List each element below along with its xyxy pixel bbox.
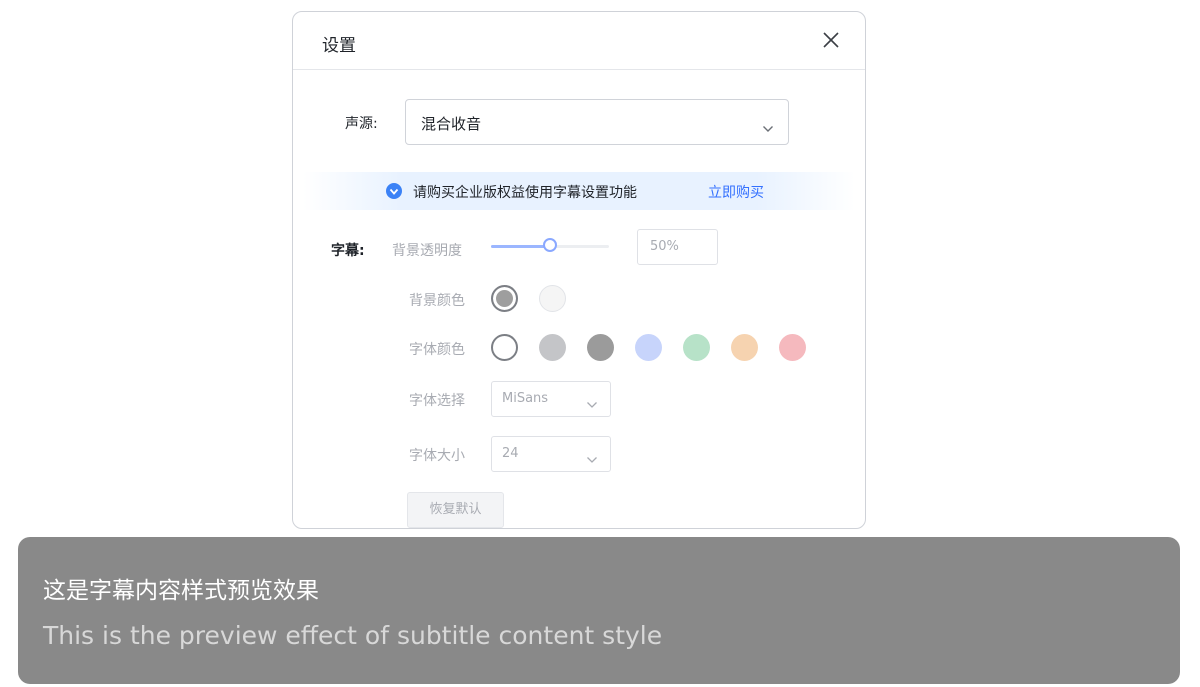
chevron-down-icon bbox=[586, 449, 598, 468]
font-size-label: 字体大小 bbox=[409, 448, 465, 464]
font-family-select[interactable]: MiSans bbox=[491, 381, 611, 417]
font-color-swatch[interactable] bbox=[635, 334, 662, 361]
preview-text-en: This is the preview effect of subtitle c… bbox=[43, 621, 663, 650]
subtitle-preview: 这是字幕内容样式预览效果 This is the preview effect … bbox=[18, 537, 1180, 684]
bg-opacity-slider-thumb[interactable] bbox=[543, 238, 557, 252]
settings-dialog: 设置 声源: 混合收音 请购买企业版权益使用字幕设置功能 立即购买 字幕: 背景… bbox=[292, 11, 866, 529]
bg-opacity-label: 背景透明度 bbox=[392, 243, 462, 259]
subtitle-section-label: 字幕: bbox=[331, 243, 365, 259]
font-color-swatch[interactable] bbox=[539, 334, 566, 361]
source-select-value: 混合收音 bbox=[421, 115, 482, 133]
bg-opacity-slider-fill bbox=[491, 245, 550, 248]
chevron-down-icon bbox=[586, 394, 598, 413]
buy-now-link[interactable]: 立即购买 bbox=[708, 182, 764, 202]
bg-color-swatch[interactable] bbox=[491, 285, 518, 312]
font-color-label: 字体颜色 bbox=[409, 342, 465, 358]
chevron-down-icon bbox=[762, 118, 774, 137]
diamond-icon bbox=[386, 183, 402, 203]
reset-defaults-button[interactable]: 恢复默认 bbox=[407, 492, 504, 528]
font-color-swatch[interactable] bbox=[683, 334, 710, 361]
close-icon[interactable] bbox=[821, 30, 841, 50]
bg-opacity-input[interactable]: 50% bbox=[637, 229, 718, 265]
font-family-label: 字体选择 bbox=[409, 393, 465, 409]
bg-color-swatch[interactable] bbox=[539, 285, 566, 312]
upgrade-banner: 请购买企业版权益使用字幕设置功能 立即购买 bbox=[303, 172, 855, 210]
source-select[interactable]: 混合收音 bbox=[405, 99, 789, 145]
dialog-title: 设置 bbox=[322, 36, 356, 56]
source-label: 声源: bbox=[345, 116, 378, 132]
font-size-value: 24 bbox=[502, 446, 519, 461]
font-color-swatch[interactable] bbox=[731, 334, 758, 361]
upgrade-message: 请购买企业版权益使用字幕设置功能 bbox=[413, 185, 637, 201]
dialog-header: 设置 bbox=[293, 12, 865, 70]
font-color-swatch[interactable] bbox=[779, 334, 806, 361]
font-color-swatch[interactable] bbox=[587, 334, 614, 361]
font-size-select[interactable]: 24 bbox=[491, 436, 611, 472]
preview-text-zh: 这是字幕内容样式预览效果 bbox=[43, 578, 319, 604]
font-color-swatch[interactable] bbox=[491, 334, 518, 361]
font-family-value: MiSans bbox=[502, 391, 549, 406]
bg-color-label: 背景颜色 bbox=[409, 293, 465, 309]
